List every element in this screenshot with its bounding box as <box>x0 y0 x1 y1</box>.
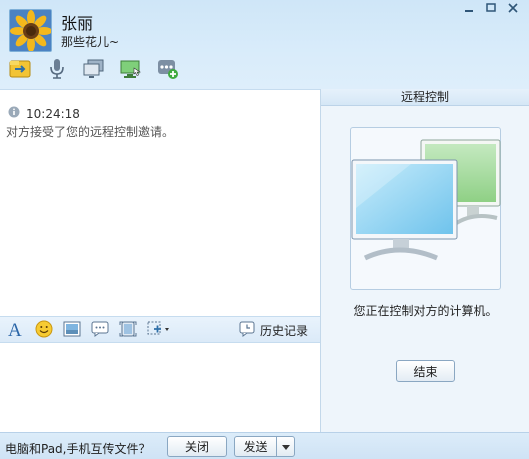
svg-text:A: A <box>8 320 22 338</box>
end-remote-button[interactable]: 结束 <box>396 360 455 382</box>
screen-share-icon[interactable] <box>82 57 106 81</box>
close-button[interactable]: 关闭 <box>167 436 227 457</box>
chevron-down-icon <box>281 440 290 454</box>
chat-window: 张丽 那些花儿~ 10:24:18 对方接受了您的远程控制邀请。 A 历史记录 … <box>0 0 529 459</box>
minimize-icon[interactable] <box>459 0 479 16</box>
remote-assist-icon[interactable] <box>119 57 143 81</box>
send-options-button[interactable] <box>276 436 295 457</box>
remote-control-illustration <box>350 127 501 290</box>
close-icon[interactable] <box>503 0 523 16</box>
capture-dropdown-icon[interactable] <box>147 320 171 338</box>
more-apps-icon[interactable] <box>156 57 180 81</box>
voice-call-icon[interactable] <box>45 57 69 81</box>
message-input[interactable] <box>0 343 320 432</box>
contact-name: 张丽 <box>61 14 94 33</box>
image-icon[interactable] <box>63 320 81 338</box>
maximize-icon[interactable] <box>481 0 501 16</box>
message-timestamp: 10:24:18 <box>26 106 80 121</box>
system-message: 对方接受了您的远程控制邀请。 <box>6 125 175 139</box>
file-transfer-tip-link[interactable]: 电脑和Pad,手机互传文件？ <box>5 440 150 457</box>
system-notice: 10:24:18 <box>8 106 80 121</box>
format-toolbar: A 历史记录 <box>0 316 320 343</box>
shake-icon[interactable] <box>91 320 109 338</box>
remote-status: 您正在控制对方的计算机。 <box>353 304 498 318</box>
file-transfer-icon[interactable] <box>8 57 32 81</box>
history-button[interactable]: 历史记录 <box>239 321 308 340</box>
screenshot-icon[interactable] <box>119 320 137 338</box>
window-controls <box>459 0 523 16</box>
info-icon <box>8 106 20 121</box>
history-label: 历史记录 <box>259 324 308 338</box>
history-icon <box>239 321 255 340</box>
message-area: 10:24:18 对方接受了您的远程控制邀请。 <box>0 89 320 316</box>
send-button[interactable]: 发送 <box>234 436 277 457</box>
avatar[interactable] <box>9 9 52 52</box>
emoji-icon[interactable] <box>35 320 53 338</box>
toolbar <box>8 57 180 81</box>
bottom-bar: 电脑和Pad,手机互传文件？ 关闭 发送 <box>0 432 529 459</box>
remote-control-panel: 远程控制 您正在控制对方的计算机。 结束 <box>320 89 529 432</box>
font-icon[interactable]: A <box>7 320 25 338</box>
panel-title: 远程控制 <box>321 89 529 106</box>
contact-signature: 那些花儿~ <box>61 35 120 49</box>
header: 张丽 那些花儿~ <box>0 0 529 90</box>
